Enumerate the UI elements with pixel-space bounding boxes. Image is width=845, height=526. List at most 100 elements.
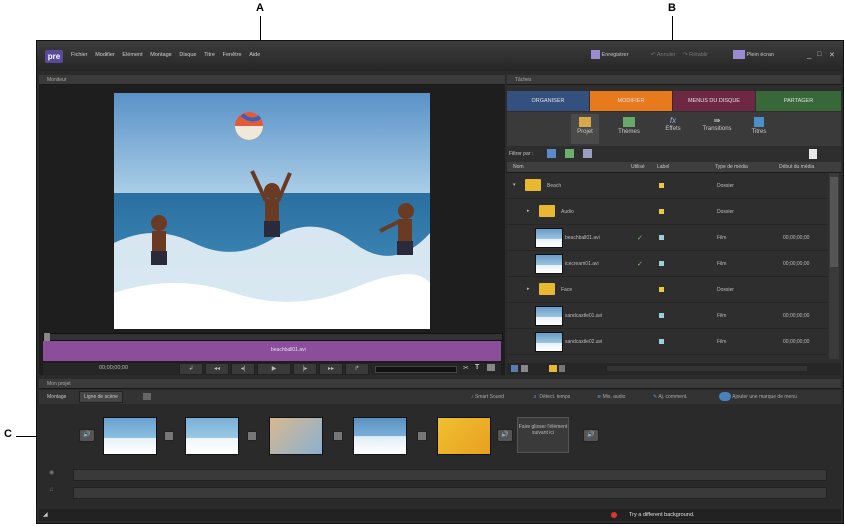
transition-2[interactable] (247, 431, 257, 441)
scrub-handle[interactable] (44, 333, 50, 341)
menu-disque[interactable]: Disque (179, 52, 196, 58)
menu-montage[interactable]: Montage (150, 52, 171, 58)
audio-slot-1[interactable]: 🔊 (79, 429, 95, 442)
delete-icon[interactable] (559, 365, 565, 372)
menu-aide[interactable]: Aide (249, 52, 260, 58)
scrub-bar[interactable] (43, 333, 503, 341)
add-menu-marker-button[interactable]: Ajouter une marque de menu (719, 392, 797, 401)
col-name[interactable]: Nom (513, 164, 524, 170)
col-label[interactable]: Label (657, 164, 669, 170)
play-button[interactable]: ▶ (257, 363, 291, 375)
fullscreen-button[interactable]: Plein écran (733, 50, 774, 59)
filter-audio-icon[interactable] (565, 149, 574, 158)
icon-view-icon[interactable] (521, 365, 528, 372)
video-preview[interactable] (114, 93, 430, 329)
narration-track[interactable] (73, 469, 827, 481)
media-row[interactable]: ▸ Audio Dossier (507, 199, 827, 225)
menu-element[interactable]: Elément (122, 52, 142, 58)
volume-slider[interactable] (375, 366, 457, 373)
transition-4[interactable] (417, 431, 427, 441)
clip-track[interactable]: beachball01.avi (43, 341, 501, 361)
tab-modifier[interactable]: MODIFIER (590, 91, 672, 111)
redo-button[interactable]: ↷ Rétablir (683, 52, 708, 58)
col-media-start[interactable]: Début du média (779, 164, 814, 170)
scene-clip-2[interactable] (185, 417, 239, 455)
audio-mix-button[interactable]: ≋ Mix. audio (597, 394, 625, 400)
media-row[interactable]: beachball01.avi ✓ Film 00;00;00;00 (507, 225, 827, 251)
subtab-transitions[interactable]: ⇛ Transitions (697, 114, 737, 144)
media-row[interactable]: ▸ Face Dossier (507, 277, 827, 303)
media-row[interactable]: sandcastle02.avi Film 00;00;00;00 (507, 329, 827, 355)
minimize-button[interactable]: _ (807, 50, 811, 59)
expand-arrow-icon[interactable]: ▸ (527, 208, 530, 214)
new-item-icon[interactable] (809, 149, 817, 159)
transition-1[interactable] (164, 431, 174, 441)
audio-slot-3[interactable]: 🔊 (583, 429, 599, 442)
media-label-swatch[interactable] (659, 287, 664, 292)
undo-button[interactable]: ↶ Annuler (651, 52, 676, 58)
step-back-button[interactable]: ◂| (231, 363, 255, 375)
resize-handle-icon[interactable]: ◢ (43, 511, 48, 518)
media-label-swatch[interactable] (659, 339, 664, 344)
close-button[interactable]: ✕ (829, 51, 835, 59)
beat-detect-icon: ♬ (533, 394, 538, 400)
step-forward-button[interactable]: |▸ (293, 363, 317, 375)
subtab-projet[interactable]: Projet (571, 114, 599, 144)
drop-target[interactable]: Faire glisser l'élément suivant ici (517, 417, 569, 453)
list-view-icon[interactable] (511, 365, 518, 372)
media-row[interactable]: ▾ Beach Dossier (507, 173, 827, 199)
tab-partager[interactable]: PARTAGER (756, 91, 841, 111)
maximize-button[interactable]: □ (817, 51, 821, 58)
new-folder-icon[interactable] (549, 365, 557, 372)
save-button[interactable]: Enregistrer (591, 50, 628, 59)
media-label-swatch[interactable] (659, 183, 664, 188)
subtab-themes[interactable]: Thèmes (615, 114, 643, 144)
goto-in-button[interactable]: ↲ (179, 363, 203, 375)
menu-titre[interactable]: Titre (204, 52, 215, 58)
media-label-swatch[interactable] (659, 209, 664, 214)
menu-fenetre[interactable]: Fenêtre (223, 52, 242, 58)
add-comment-button[interactable]: ✎ Aj. comment. (653, 394, 688, 400)
title-tool-icon[interactable]: T (475, 364, 479, 371)
scene-clip-1[interactable] (103, 417, 157, 455)
media-row[interactable]: sandcastle01.avi Film 00;00;00;00 (507, 303, 827, 329)
media-label-swatch[interactable] (659, 261, 664, 266)
scene-clip-5[interactable] (437, 417, 491, 455)
media-scrollbar[interactable] (829, 173, 839, 359)
camera-icon[interactable] (487, 364, 495, 371)
smart-sound-button[interactable]: ♪ Smart Sound (471, 394, 504, 400)
view-scene-line[interactable]: Ligne de scène (79, 391, 123, 403)
scene-clip-4[interactable] (353, 417, 407, 455)
goto-out-button[interactable]: ↱ (345, 363, 369, 375)
expand-arrow-icon[interactable]: ▸ (527, 286, 530, 292)
task-tabs: ORGANISER MODIFIER MENUS DU DISQUE PARTA… (507, 91, 841, 111)
transition-3[interactable] (333, 431, 343, 441)
subtab-titres[interactable]: Titres (745, 114, 773, 144)
view-montage[interactable]: Montage (47, 394, 66, 400)
col-media-type[interactable]: Type de média (715, 164, 748, 170)
filter-image-icon[interactable] (583, 149, 592, 158)
beat-detect-button[interactable]: ♬ Détect. temps (533, 394, 570, 400)
tab-organiser[interactable]: ORGANISER (507, 91, 589, 111)
media-label-swatch[interactable] (659, 235, 664, 240)
split-clip-icon[interactable]: ✂ (463, 364, 469, 372)
menu-modifier[interactable]: Modifier (95, 52, 115, 58)
scene-clip-3[interactable] (269, 417, 323, 455)
filter-video-icon[interactable] (547, 149, 556, 158)
col-used[interactable]: Utilisé (631, 164, 645, 170)
menu-fichier[interactable]: Fichier (71, 52, 88, 58)
project-panel: Mon projet Montage Ligne de scène ♪ Smar… (39, 379, 841, 521)
media-label-swatch[interactable] (659, 313, 664, 318)
tab-menus-disque[interactable]: MENUS DU DISQUE (673, 91, 755, 111)
narration-track-icon: ◉ (49, 470, 55, 476)
fast-forward-button[interactable]: ▸▸ (319, 363, 343, 375)
media-scroll-thumb[interactable] (830, 177, 838, 267)
rewind-button[interactable]: ◂◂ (205, 363, 229, 375)
h-scrollbar[interactable] (607, 366, 807, 371)
soundtrack-track[interactable] (73, 487, 827, 499)
audio-slot-2[interactable]: 🔊 (497, 429, 513, 442)
media-row[interactable]: icecream01.avi ✓ Film 00;00;00;00 (507, 251, 827, 277)
storyboard-icon[interactable] (143, 393, 151, 400)
subtab-effets[interactable]: fx Effets (659, 114, 687, 144)
expand-arrow-icon[interactable]: ▾ (513, 182, 516, 188)
